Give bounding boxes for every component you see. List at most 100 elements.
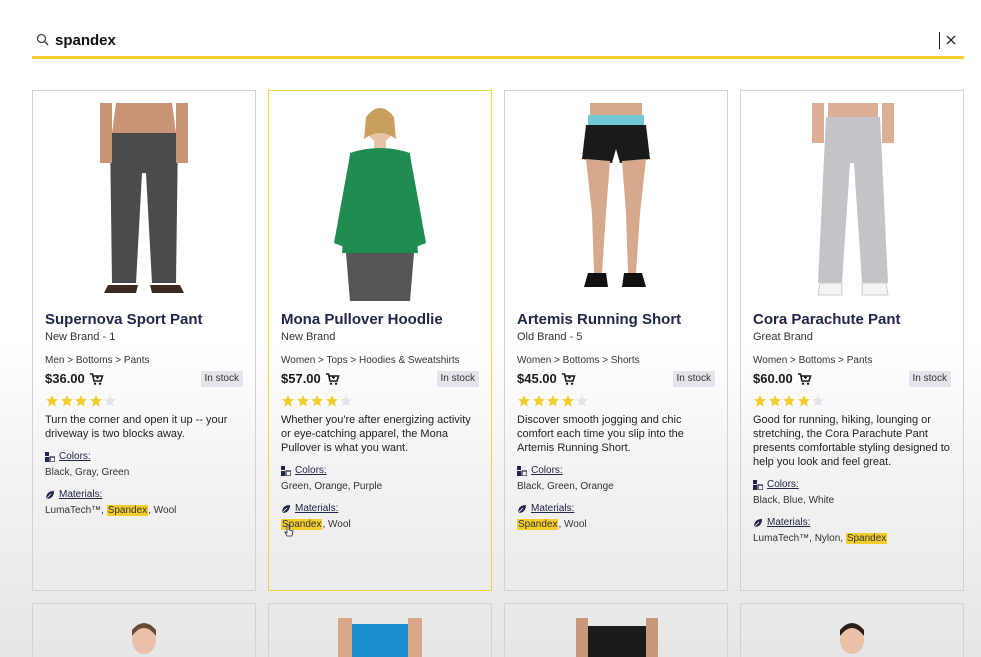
product-description: Turn the corner and open it up -- your d… xyxy=(45,414,228,440)
star-filled-icon xyxy=(532,395,545,407)
product-image xyxy=(812,103,894,296)
stock-badge: In stock xyxy=(908,370,951,387)
product-category-path: Women > Bottoms > Pants xyxy=(753,355,873,366)
star-filled-icon xyxy=(561,395,574,407)
product-image-container[interactable] xyxy=(741,101,963,301)
product-brand: New Brand - 1 xyxy=(45,331,116,343)
star-filled-icon xyxy=(547,395,559,407)
rating-stars xyxy=(45,394,243,408)
product-image xyxy=(100,103,188,293)
material-text: , Wool xyxy=(148,505,177,516)
colors-label[interactable]: Colors: xyxy=(517,465,715,477)
product-card[interactable] xyxy=(268,603,492,657)
colors-label[interactable]: Colors: xyxy=(281,465,479,477)
product-image xyxy=(582,103,650,287)
search-bar: spandex xyxy=(32,24,964,59)
stock-badge: In stock xyxy=(436,370,479,387)
cart-icon[interactable] xyxy=(797,372,812,386)
product-card[interactable]: Mona Pullover Hoodlie New Brand Women > … xyxy=(268,90,492,591)
star-filled-icon xyxy=(754,395,766,407)
star-filled-icon xyxy=(783,395,795,407)
star-empty-icon xyxy=(812,395,824,407)
stock-badge: In stock xyxy=(200,370,243,387)
product-title[interactable]: Cora Parachute Pant xyxy=(753,311,951,329)
product-price: $60.00 xyxy=(753,371,812,386)
clear-search-button[interactable] xyxy=(940,29,962,51)
star-filled-icon xyxy=(46,395,58,407)
materials-label[interactable]: Materials: xyxy=(45,489,243,501)
colors-value: Black, Gray, Green xyxy=(45,467,130,478)
star-filled-icon xyxy=(311,395,323,407)
product-image xyxy=(338,618,422,657)
star-filled-icon xyxy=(518,395,530,407)
price-value: $60.00 xyxy=(753,371,793,386)
product-category-path: Women > Bottoms > Shorts xyxy=(517,355,640,366)
materials-label[interactable]: Materials: xyxy=(517,503,715,515)
colors-value: Green, Orange, Purple xyxy=(281,481,383,492)
cart-icon[interactable] xyxy=(325,372,340,386)
product-card[interactable] xyxy=(504,603,728,657)
product-title[interactable]: Supernova Sport Pant xyxy=(45,311,243,329)
leaf-icon xyxy=(753,519,762,528)
product-image-container[interactable] xyxy=(505,101,727,301)
product-brand: Old Brand - 5 xyxy=(517,331,583,343)
materials-label[interactable]: Materials: xyxy=(281,503,479,515)
star-empty-icon xyxy=(340,395,352,407)
product-card[interactable] xyxy=(740,603,964,657)
product-description: Discover smooth jogging and chic comfort… xyxy=(517,414,684,454)
product-price: $57.00 xyxy=(281,371,340,386)
leaf-icon xyxy=(45,491,54,500)
colors-value: Black, Blue, White xyxy=(753,495,835,506)
star-filled-icon xyxy=(296,395,309,407)
product-price: $36.00 xyxy=(45,371,104,386)
product-image-container[interactable] xyxy=(269,101,491,301)
materials-value: LumaTech™, Nylon, Spandex xyxy=(753,533,951,545)
close-icon xyxy=(946,35,956,45)
price-value: $57.00 xyxy=(281,371,321,386)
product-brand: Great Brand xyxy=(753,331,813,343)
materials-label[interactable]: Materials: xyxy=(753,517,951,529)
product-card[interactable]: Supernova Sport Pant New Brand - 1 Men >… xyxy=(32,90,256,591)
product-title[interactable]: Mona Pullover Hoodlie xyxy=(281,311,479,329)
product-image xyxy=(334,108,426,301)
product-card[interactable]: Cora Parachute Pant Great Brand Women > … xyxy=(740,90,964,591)
product-price: $45.00 xyxy=(517,371,576,386)
materials-label-text: Materials: xyxy=(767,517,811,528)
palette-icon xyxy=(517,466,527,476)
colors-label-text: Colors: xyxy=(531,465,563,476)
star-filled-icon xyxy=(282,395,294,407)
cart-icon[interactable] xyxy=(561,372,576,386)
mouse-cursor-icon xyxy=(284,524,294,537)
price-value: $45.00 xyxy=(517,371,557,386)
stock-badge: In stock xyxy=(672,370,715,387)
star-filled-icon xyxy=(325,395,338,407)
colors-label-text: Colors: xyxy=(59,451,91,462)
product-image xyxy=(840,623,864,654)
price-value: $36.00 xyxy=(45,371,85,386)
materials-label-text: Materials: xyxy=(59,489,103,500)
product-card[interactable]: Artemis Running Short Old Brand - 5 Wome… xyxy=(504,90,728,591)
rating-stars xyxy=(517,394,715,408)
star-filled-icon xyxy=(89,395,102,407)
materials-value: LumaTech™, Spandex, Wool xyxy=(45,505,243,517)
product-description: Good for running, hiking, lounging or st… xyxy=(753,414,950,468)
colors-label[interactable]: Colors: xyxy=(45,451,243,463)
product-brand: New Brand xyxy=(281,331,336,343)
cart-icon[interactable] xyxy=(89,372,104,386)
product-category-path: Men > Bottoms > Pants xyxy=(45,355,150,366)
search-input[interactable]: spandex xyxy=(55,26,938,54)
leaf-icon xyxy=(517,505,526,514)
star-filled-icon xyxy=(768,395,781,407)
materials-value: Spandex, Wool xyxy=(517,519,715,531)
star-empty-icon xyxy=(104,395,116,407)
material-text: LumaTech™, xyxy=(45,505,107,516)
product-title[interactable]: Artemis Running Short xyxy=(517,311,715,329)
star-filled-icon xyxy=(75,395,87,407)
product-card[interactable] xyxy=(32,603,256,657)
leaf-icon xyxy=(281,505,290,514)
palette-icon xyxy=(753,480,763,490)
colors-label[interactable]: Colors: xyxy=(753,479,951,491)
product-image-container[interactable] xyxy=(33,101,255,301)
search-highlight: Spandex xyxy=(517,519,559,530)
product-image xyxy=(576,618,658,657)
